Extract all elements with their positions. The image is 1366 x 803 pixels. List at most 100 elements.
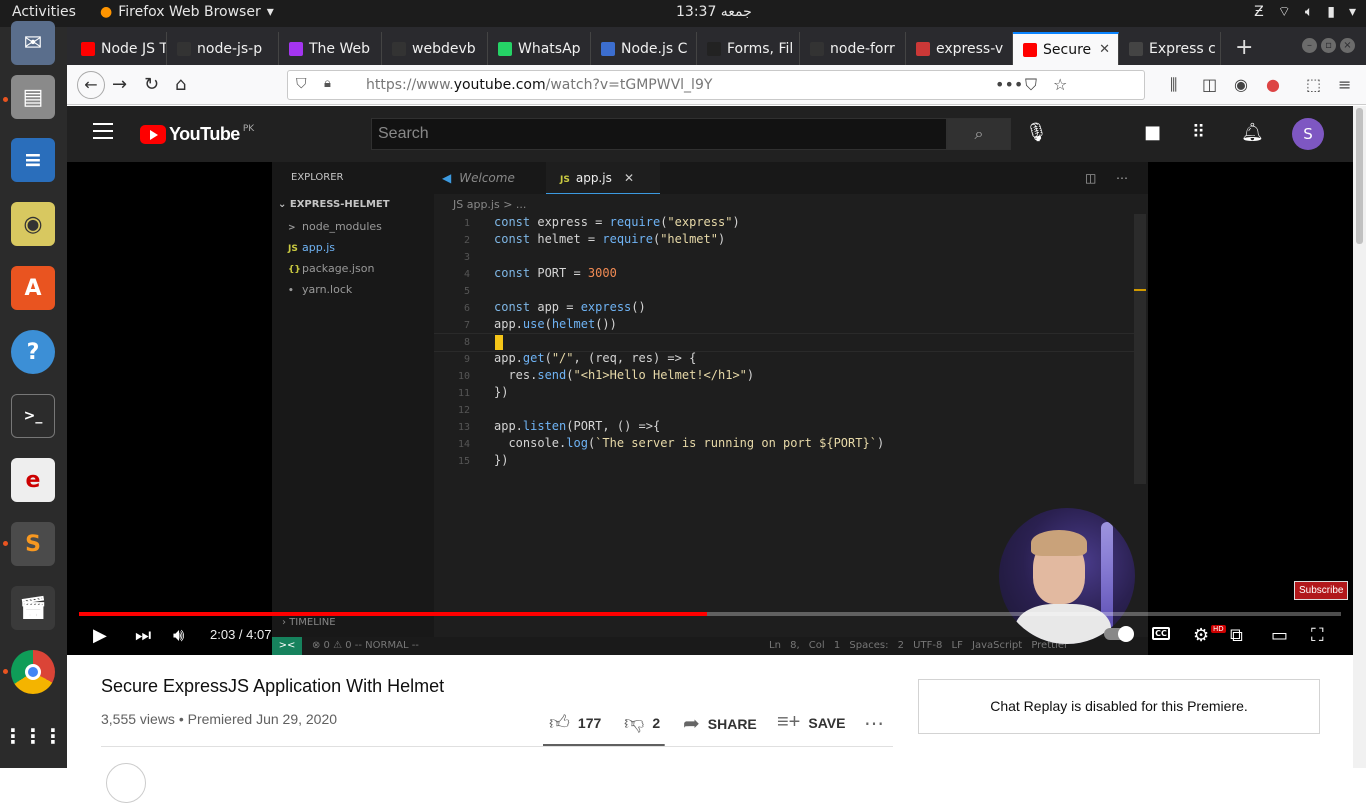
more-actions-button[interactable]: ⋯ — [864, 711, 884, 736]
browser-tab[interactable]: Express c — [1119, 32, 1221, 65]
page-scrollbar[interactable] — [1353, 106, 1366, 768]
microphone-icon[interactable]: 🎙︎ — [1025, 122, 1048, 143]
volume-icon[interactable]: 🔈︎ — [1305, 4, 1313, 20]
browser-tab[interactable]: Node JS T — [71, 32, 167, 65]
library-icon[interactable]: ⫼ — [1170, 75, 1177, 95]
search-button[interactable]: ⌕ — [947, 118, 1011, 150]
show-apps-icon[interactable]: ⋮⋮⋮ — [3, 714, 63, 758]
tab-title: webdevb — [412, 40, 476, 57]
software-center-icon[interactable]: A — [11, 266, 55, 310]
app-menu[interactable]: ● Firefox Web Browser ▾ — [100, 4, 274, 20]
maximize-button[interactable]: ▫ — [1321, 38, 1336, 53]
writer-icon[interactable]: ≡ — [11, 138, 55, 182]
sublime-text-icon[interactable]: S — [11, 522, 55, 566]
system-tray[interactable]: Ƶ ⌔ 🔈︎ ▮ ▾ — [1254, 3, 1356, 21]
save-button[interactable]: ≡+ SAVE — [777, 711, 845, 734]
divider — [101, 746, 893, 747]
url-text[interactable]: https://www.youtube.com/watch?v=tGMPWVl_… — [366, 77, 712, 93]
browser-tab[interactable]: Secure ✕ — [1013, 32, 1119, 65]
dock: ✉ ▤ ≡ ◉ A ? >_ e S 🎬︎ ⋮⋮⋮ — [0, 21, 67, 768]
browser-tab[interactable]: Forms, Fil — [697, 32, 800, 65]
next-button[interactable]: ⏭︎ — [135, 625, 151, 646]
channel-avatar[interactable] — [106, 763, 146, 803]
forward-button[interactable]: → — [112, 74, 127, 95]
subtitles-button[interactable]: CC — [1152, 627, 1170, 640]
guide-menu-icon[interactable] — [93, 123, 113, 144]
browser-tab[interactable]: WhatsAp — [488, 32, 591, 65]
account-icon[interactable]: ◉ — [1234, 75, 1248, 94]
clapper-icon[interactable]: 🎬︎ — [11, 586, 55, 630]
playlist-add-icon: ≡+ — [777, 711, 801, 733]
subscribe-watermark[interactable]: Subscribe — [1294, 581, 1349, 600]
progress-bar[interactable] — [79, 612, 1341, 616]
bookmark-star-icon[interactable]: ☆ — [1053, 75, 1067, 94]
file-name: app.js — [302, 241, 335, 254]
youtube-logo[interactable]: YouTube PK — [140, 124, 254, 145]
play-button[interactable]: ▶ — [93, 625, 107, 646]
hamburger-menu-icon[interactable]: ≡ — [1338, 75, 1351, 94]
reload-button[interactable]: ↻ — [144, 74, 159, 95]
help-icon[interactable]: ? — [11, 330, 55, 374]
autoplay-toggle[interactable] — [1104, 626, 1134, 642]
notifications-bell-icon[interactable]: 🔔︎ — [1241, 122, 1264, 143]
code-text: const express = require("express") — [494, 215, 740, 229]
clock[interactable]: 13:37 جمعه — [676, 4, 752, 20]
wifi-icon[interactable]: ⌔ — [1278, 3, 1291, 21]
browser-tab[interactable]: The Web — [279, 32, 382, 65]
tab-title: node-forr — [830, 40, 895, 57]
browser-tab[interactable]: webdevb — [382, 32, 488, 65]
new-tab-button[interactable]: + — [1235, 35, 1253, 60]
pdf-viewer-icon[interactable]: e — [11, 458, 55, 502]
browser-tab[interactable]: node-js-p — [167, 32, 279, 65]
chevron-down-icon[interactable]: ▾ — [1349, 4, 1356, 20]
home-button[interactable]: ⌂ — [175, 74, 186, 95]
line-number: 8 — [463, 337, 470, 348]
code-line: 10 res.send("<h1>Hello Helmet!</h1>") — [444, 367, 884, 384]
rhythmbox-icon[interactable]: ◉ — [11, 202, 55, 246]
zotero-icon[interactable]: Ƶ — [1254, 4, 1264, 20]
scrollbar-thumb[interactable] — [1356, 108, 1363, 244]
browser-tab[interactable]: node-forr — [800, 32, 906, 65]
extensions-icon[interactable]: ⬚ — [1306, 75, 1321, 94]
page-actions-icon[interactable]: ••• — [995, 75, 1023, 94]
close-window-button[interactable]: × — [1340, 38, 1355, 53]
browser-tab[interactable]: Node.js C — [591, 32, 697, 65]
presenter-webcam — [999, 508, 1135, 644]
fullscreen-icon[interactable]: ⛶ — [1311, 625, 1324, 646]
back-button[interactable]: ← — [77, 71, 105, 99]
tracking-shield-icon[interactable]: ⛉ — [296, 76, 307, 92]
line-number: 7 — [463, 320, 470, 331]
miniplayer-icon[interactable]: ⧉ — [1230, 625, 1243, 646]
activities-button[interactable]: Activities — [12, 4, 76, 20]
file-name: package.json — [302, 262, 375, 275]
system-top-bar: Activities ● Firefox Web Browser ▾ 13:37… — [0, 0, 1366, 27]
dislike-button[interactable]: 👎︎ 2 — [624, 711, 660, 735]
settings-gear-icon[interactable]: ⚙ — [1193, 625, 1209, 646]
extension-icon[interactable]: ● — [1266, 75, 1280, 94]
pocket-icon[interactable]: ⛉ — [1025, 75, 1037, 95]
close-tab-icon[interactable]: ✕ — [1099, 42, 1110, 57]
tab-app-js: JS app.js ✕ — [546, 162, 660, 194]
like-button[interactable]: 👍︎ 177 — [549, 711, 601, 735]
minimize-button[interactable]: – — [1302, 38, 1317, 53]
volume-button[interactable]: 🔊︎ — [173, 625, 184, 646]
code-line: 11}) — [444, 384, 884, 401]
video-player[interactable]: EXPLORER ⌄ EXPRESS-HELMET > node_modules J… — [67, 162, 1353, 655]
lock-icon[interactable]: 🔒︎ — [324, 76, 331, 91]
search-input[interactable]: Search — [371, 118, 947, 150]
browser-tab[interactable]: express-v — [906, 32, 1013, 65]
whatsapp-icon — [498, 41, 512, 56]
share-button[interactable]: ➦ SHARE — [683, 711, 757, 736]
avatar[interactable]: S — [1292, 118, 1324, 150]
url-bar[interactable]: ⛉ 🔒︎ https://www.youtube.com/watch?v=tGM… — [287, 70, 1145, 100]
thunderbird-icon[interactable]: ✉ — [11, 21, 55, 65]
terminal-icon[interactable]: >_ — [11, 394, 55, 438]
github-icon — [177, 41, 191, 56]
chrome-icon[interactable] — [11, 650, 55, 694]
theater-mode-icon[interactable]: ▭ — [1271, 625, 1288, 646]
files-icon[interactable]: ▤ — [11, 75, 55, 119]
create-video-icon[interactable]: ■ — [1144, 122, 1161, 143]
apps-grid-icon[interactable]: ⠿ — [1192, 122, 1205, 143]
battery-icon[interactable]: ▮ — [1327, 4, 1335, 20]
sidebar-icon[interactable]: ◫ — [1202, 75, 1217, 94]
